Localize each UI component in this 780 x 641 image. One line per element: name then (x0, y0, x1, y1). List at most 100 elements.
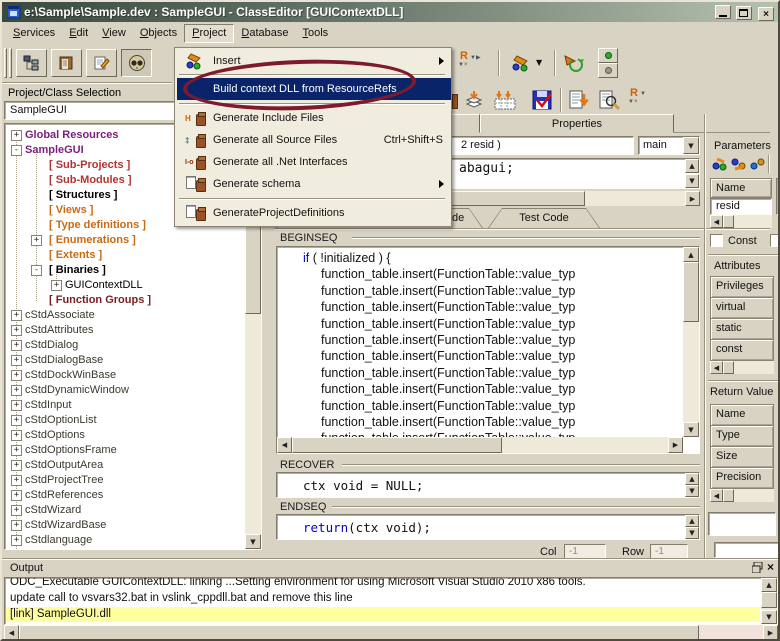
scroll-right-button[interactable]: ▶ (685, 191, 700, 206)
tree-item-label[interactable]: cStdDialog (25, 338, 78, 353)
tree-item-label[interactable]: cStdInput (25, 398, 71, 413)
attr-const-cell[interactable]: const (710, 339, 774, 361)
tree-row[interactable]: +cStdProjectTree (5, 473, 243, 488)
tree-item-label[interactable]: cStdWizard (25, 503, 81, 518)
menu-item-generate-all-source-files[interactable]: ‡ Generate all Source Files Ctrl+Shift+S (177, 129, 451, 151)
add-parameter-button[interactable] (712, 157, 727, 174)
tree-expander[interactable]: + (11, 475, 22, 486)
tree-expander[interactable]: + (11, 415, 22, 426)
menu-database[interactable]: Database (234, 25, 295, 42)
output-hscrollbar[interactable]: ◀ ▶ (4, 625, 778, 640)
tree-item-label[interactable]: [ Function Groups ] (49, 293, 151, 308)
tree-item-label[interactable]: [ Sub-Projects ] (49, 158, 130, 173)
scroll-down-button[interactable]: ▼ (685, 485, 699, 497)
ret-name-cell[interactable]: Name (710, 404, 774, 426)
tab-test-code[interactable]: Test Code (488, 208, 600, 228)
tree-item-label[interactable]: cStdOutputArea (25, 458, 103, 473)
generate-grid-button[interactable] (492, 88, 520, 112)
recover-editor[interactable]: ctx void = NULL; ▲ ▼ (276, 472, 700, 498)
scrollbar-thumb[interactable] (723, 215, 734, 228)
tree-expander[interactable]: + (11, 400, 22, 411)
ret-hscrollbar[interactable]: ◀ (710, 489, 774, 502)
scroll-left-button[interactable]: ◀ (710, 489, 723, 502)
tree-row[interactable]: +cStdAssociate (5, 308, 243, 323)
tree-item-label[interactable]: [ Binaries ] (49, 263, 106, 278)
tree-row[interactable]: +GUIContextDLL (5, 278, 243, 293)
scroll-up-button[interactable]: ▲ (683, 247, 699, 262)
tree-item-label[interactable]: cStdAttributes (25, 323, 93, 338)
tree-row[interactable]: +[ Enumerations ] (5, 233, 243, 248)
tree-item-label[interactable]: [ Type definitions ] (49, 218, 146, 233)
tree-item-label[interactable]: [ Sub-Modules ] (49, 173, 132, 188)
tree-item-label[interactable]: GUIContextDLL (65, 278, 143, 293)
output-close-icon[interactable]: × (767, 560, 774, 574)
tree-item-label[interactable]: cStdAssociate (25, 308, 95, 323)
tree-item-label[interactable]: cStdReferences (25, 488, 103, 503)
edit-button[interactable] (86, 49, 117, 77)
toolbar-grip[interactable] (4, 48, 7, 78)
tree-row[interactable]: +cStdOptionsFrame (5, 443, 243, 458)
scroll-left-button[interactable]: ◀ (4, 625, 19, 640)
endseq-editor[interactable]: return(ctx void); ▲ ▼ (276, 514, 700, 540)
scroll-down-button[interactable]: ▼ (685, 527, 699, 539)
scroll-left-button[interactable]: ◀ (277, 437, 292, 453)
tree-expander[interactable]: + (11, 325, 22, 336)
tree-expander[interactable]: + (11, 505, 22, 516)
book-button[interactable] (51, 49, 82, 77)
doc-export-button[interactable] (566, 88, 590, 112)
generate-stack-button[interactable] (462, 88, 486, 112)
tree-expander[interactable]: + (11, 535, 22, 546)
tree-row[interactable]: [ Extents ] (5, 248, 243, 263)
tree-item-label[interactable]: cStdOptions (25, 428, 85, 443)
tree-row[interactable]: +cStdDockWinBase (5, 368, 243, 383)
tree-item-label[interactable]: cStdWizardBase (25, 518, 106, 533)
save-button[interactable] (530, 88, 554, 112)
close-button[interactable]: × (758, 7, 774, 21)
tab-properties[interactable]: Properties (480, 114, 674, 133)
menu-tools[interactable]: Tools (295, 25, 335, 42)
scrollbar-thumb[interactable] (19, 625, 699, 640)
code-editor[interactable]: if ( !initialized ) { function_table.ins… (276, 246, 700, 454)
menu-item-generate-schema[interactable]: Generate schema (177, 173, 451, 195)
resource-refs-button[interactable]: R▼▶▼× (458, 52, 486, 76)
tree-item-label[interactable]: [ Enumerations ] (49, 233, 136, 248)
tree-expander[interactable]: + (11, 355, 22, 366)
scrollbar-thumb[interactable] (292, 437, 502, 453)
tree-expander[interactable]: + (11, 445, 22, 456)
tree-item-label[interactable]: [ Structures ] (49, 188, 117, 203)
tree-expander[interactable]: + (11, 340, 22, 351)
tree-row[interactable]: +cStdOptionList (5, 413, 243, 428)
tree-item-label[interactable]: cStdOptionList (25, 413, 97, 428)
tree-item-label[interactable]: [ Extents ] (49, 248, 102, 263)
scroll-left-button[interactable]: ◀ (710, 215, 723, 228)
menu-edit[interactable]: Edit (62, 25, 95, 42)
scroll-up-button[interactable]: ▲ (685, 159, 699, 173)
attr-static-cell[interactable]: static (710, 318, 774, 340)
tree-item-label[interactable]: cStdProjectTree (25, 473, 103, 488)
tree-row[interactable]: +cStdDialogBase (5, 353, 243, 368)
ret-size-cell[interactable]: Size (710, 446, 774, 468)
clipped-checkbox[interactable] (770, 234, 780, 247)
output-line[interactable]: ODC_Executable GUIContextDLL: linking ..… (6, 577, 760, 590)
tree-item-label[interactable]: SampleGUI (25, 143, 84, 158)
tree-expander[interactable]: - (31, 265, 42, 276)
tree-expander[interactable]: + (11, 490, 22, 501)
tree-item-label[interactable]: cStdlanguage (25, 533, 92, 548)
tree-item-label[interactable]: cStdConfigurationWizard (25, 548, 147, 550)
attr-virtual-cell[interactable]: virtual (710, 297, 774, 319)
attr-hscrollbar[interactable]: ◀ (710, 361, 774, 374)
output-splitter[interactable] (2, 558, 778, 560)
tree-expander[interactable]: + (11, 370, 22, 381)
tree-expander[interactable]: + (11, 460, 22, 471)
combo-dropdown-button[interactable]: ▼ (683, 137, 699, 154)
scroll-down-button[interactable]: ▼ (683, 422, 699, 437)
param-name-header[interactable]: Name (710, 178, 772, 198)
resource-refs-button-2[interactable]: R▼▼× (628, 90, 652, 112)
build-run-button[interactable] (560, 50, 588, 76)
tree-item-label[interactable]: cStdDockWinBase (25, 368, 116, 383)
scroll-up-button[interactable]: ▲ (685, 515, 699, 527)
menu-objects[interactable]: Objects (133, 25, 184, 42)
toolbar-grip[interactable] (9, 48, 12, 78)
menu-project[interactable]: Project (184, 24, 234, 43)
scroll-right-button[interactable]: ▶ (763, 625, 778, 640)
